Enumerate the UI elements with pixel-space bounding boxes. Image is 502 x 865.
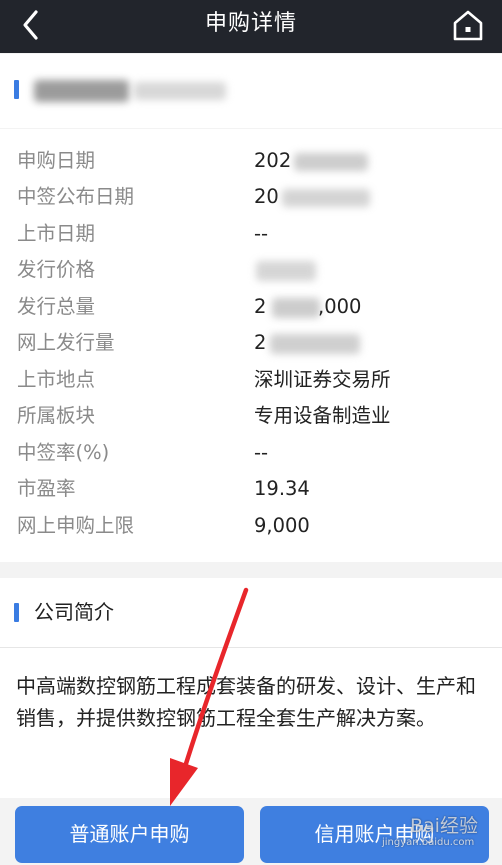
detail-row-lottery-date: 中签公布日期 20 bbox=[0, 179, 502, 215]
detail-label: 发行价格 bbox=[17, 258, 96, 281]
stock-code-blurred bbox=[134, 82, 226, 100]
section-marker bbox=[14, 80, 19, 99]
watermark-main: Bai经验 bbox=[410, 815, 478, 837]
detail-row-total-issue: 发行总量 2 ,000 bbox=[0, 289, 502, 325]
home-icon bbox=[453, 10, 483, 41]
redacted-value bbox=[282, 189, 370, 207]
normal-account-subscribe-button[interactable]: 普通账户申购 bbox=[15, 806, 244, 863]
detail-label: 中签率(%) bbox=[17, 441, 110, 464]
detail-row-listing-date: 上市日期 -- bbox=[0, 216, 502, 252]
baidu-jingyan-watermark: Bai经验 jingyan.baidu.com bbox=[376, 811, 496, 851]
detail-value-tail: ,000 bbox=[318, 295, 362, 318]
detail-row-listing-venue: 上市地点 深圳证券交易所 bbox=[0, 362, 502, 398]
redacted-value bbox=[256, 261, 316, 281]
section-marker bbox=[14, 603, 19, 622]
detail-label: 中签公布日期 bbox=[17, 185, 135, 208]
redacted-value bbox=[272, 298, 320, 318]
detail-value: 2 bbox=[254, 331, 267, 354]
detail-value: 202 bbox=[254, 149, 292, 172]
detail-value: 2 bbox=[254, 295, 267, 318]
company-intro-header: 公司简介 bbox=[0, 578, 502, 648]
detail-label: 上市日期 bbox=[17, 222, 96, 245]
detail-label: 市盈率 bbox=[17, 477, 76, 500]
detail-value: 深圳证券交易所 bbox=[254, 368, 391, 391]
page-title: 申购详情 bbox=[204, 11, 297, 36]
detail-value: 20 bbox=[254, 185, 279, 208]
stock-name-blurred bbox=[34, 80, 129, 102]
detail-row-sector: 所属板块 专用设备制造业 bbox=[0, 398, 502, 434]
detail-label: 网上发行量 bbox=[17, 331, 115, 354]
detail-label: 网上申购上限 bbox=[17, 514, 135, 537]
company-intro-body: 中高端数控钢筋工程成套装备的研发、设计、生产和销售，并提供数控钢筋工程全套生产解… bbox=[0, 648, 502, 798]
top-navigation-bar: 申购详情 bbox=[0, 0, 502, 53]
detail-row-online-issue: 网上发行量 2 bbox=[0, 325, 502, 361]
detail-label: 申购日期 bbox=[17, 149, 96, 172]
subscription-details: 申购日期 202 中签公布日期 20 上市日期 -- 发行价格 发行总量 2 ,… bbox=[0, 129, 502, 562]
detail-label: 发行总量 bbox=[17, 295, 96, 318]
detail-row-subscribe-date: 申购日期 202 bbox=[0, 143, 502, 179]
company-intro-title: 公司简介 bbox=[34, 600, 114, 624]
redacted-value bbox=[294, 153, 368, 171]
detail-value: -- bbox=[254, 441, 269, 464]
company-intro-text: 中高端数控钢筋工程成套装备的研发、设计、生产和销售，并提供数控钢筋工程全套生产解… bbox=[16, 674, 476, 730]
detail-row-subscribe-limit: 网上申购上限 9,000 bbox=[0, 508, 502, 544]
redacted-value bbox=[270, 334, 360, 354]
detail-row-pe-ratio: 市盈率 19.34 bbox=[0, 471, 502, 507]
detail-row-issue-price: 发行价格 bbox=[0, 252, 502, 288]
detail-value: -- bbox=[254, 222, 269, 245]
detail-label: 上市地点 bbox=[17, 368, 96, 391]
detail-value: 9,000 bbox=[254, 514, 310, 537]
detail-value: 19.34 bbox=[254, 477, 310, 500]
detail-label: 所属板块 bbox=[17, 404, 96, 427]
home-button[interactable] bbox=[450, 8, 486, 42]
watermark-sub: jingyan.baidu.com bbox=[382, 837, 475, 848]
detail-row-winning-rate: 中签率(%) -- bbox=[0, 435, 502, 471]
detail-value: 专用设备制造业 bbox=[254, 404, 391, 427]
stock-name-card bbox=[0, 54, 502, 128]
